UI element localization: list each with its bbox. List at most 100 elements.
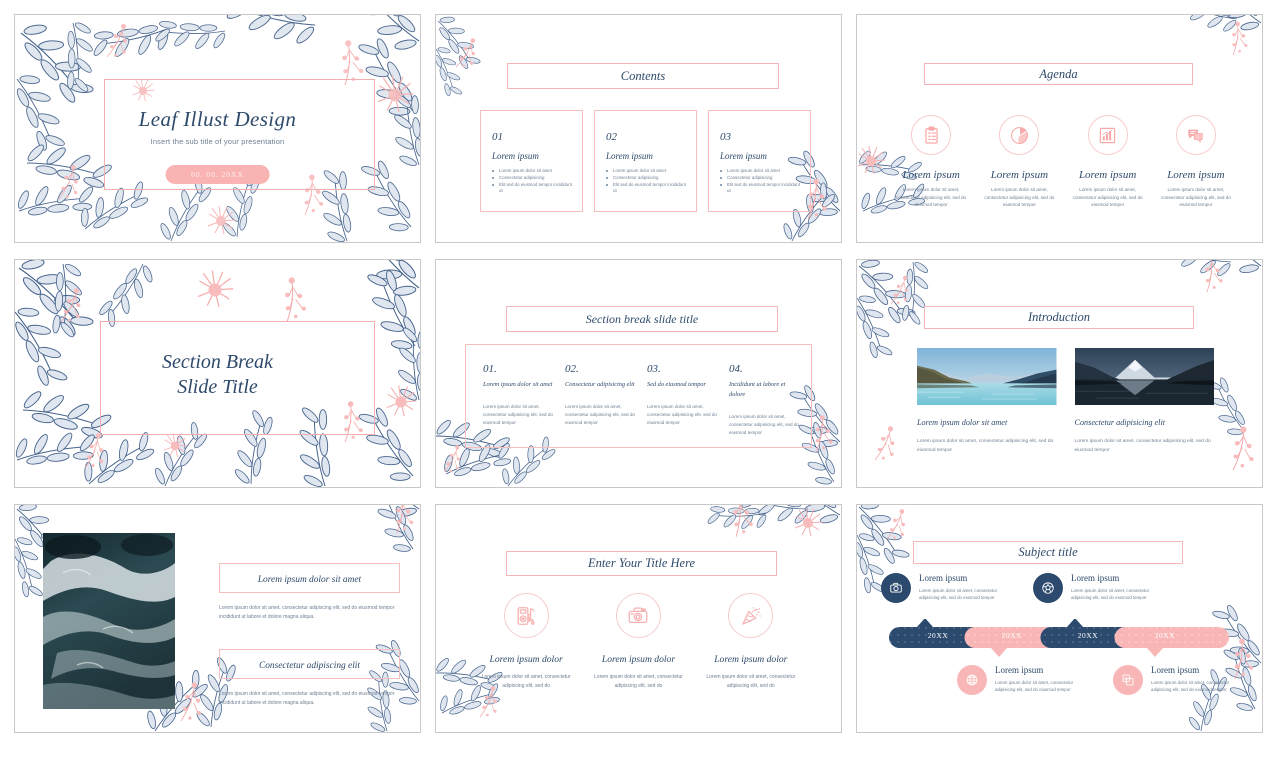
- bullet-item: Lorem ipsum dolor sit amet: [492, 168, 572, 175]
- section-break-title-line2: Slide Title: [177, 376, 258, 398]
- section-column[interactable]: 03. Sed do eiusmod tempor Lorem ipsum do…: [647, 363, 729, 447]
- card-bullets: Lorem ipsum dolor sit amet Consectetur a…: [492, 168, 572, 195]
- column-heading: Consectetur adipisicing elit: [565, 381, 635, 388]
- text-block-title-box[interactable]: Consectetur adipiscing elit: [219, 648, 400, 679]
- column-number: 01.: [483, 363, 497, 375]
- contents-card[interactable]: 03 Lorem ipsum Lorem ipsum dolor sit ame…: [708, 110, 811, 212]
- contents-card[interactable]: 01 Lorem ipsum Lorem ipsum dolor sit ame…: [480, 110, 583, 212]
- agenda-column[interactable]: Lorem ipsum Lorem ipsum dolor sit amet, …: [887, 115, 975, 209]
- agenda-column-list: Lorem ipsum Lorem ipsum dolor sit amet, …: [887, 115, 1240, 209]
- timeline-year: 20XX: [927, 631, 949, 640]
- camera-icon: [615, 593, 661, 638]
- slide-photo-text[interactable]: Lorem ipsum dolor sit amet Lorem ipsum d…: [14, 504, 421, 733]
- section-break-title-line1: Section Break: [162, 351, 273, 373]
- column-heading: Lorem ipsum dolor sit amet: [483, 381, 553, 388]
- bullet-item: Consectetur adipisicing: [492, 175, 572, 182]
- column-body: Lorem ipsum dolor sit amet, consectetur …: [483, 404, 553, 425]
- text-block-title-box[interactable]: Lorem ipsum dolor sit amet: [219, 563, 400, 593]
- timeline-year: 20XX: [1077, 631, 1099, 640]
- music-player-icon: [503, 593, 549, 638]
- section-columns-panel: 01. Lorem ipsum dolor sit amet Lorem ips…: [465, 344, 812, 448]
- timeline-body: Lorem ipsum dolor sit amet, consectetur …: [1151, 680, 1230, 693]
- bullet-item: Elit sed do eiusmod tempor incididunt ut: [606, 182, 686, 196]
- timeline-item[interactable]: Lorem ipsum Lorem ipsum dolor sit amet, …: [881, 573, 1005, 603]
- introduction-heading: Consectetur adipisicing elit: [1074, 418, 1166, 427]
- card-heading: Lorem ipsum: [606, 151, 653, 161]
- timeline-item[interactable]: Lorem ipsum Lorem ipsum dolor sit amet, …: [957, 665, 1081, 695]
- card-heading: Lorem ipsum: [720, 151, 767, 161]
- cover-subtitle: Insert the sub title of your presentatio…: [150, 137, 285, 146]
- card-number: 01: [492, 131, 503, 143]
- slide-agenda[interactable]: Agenda Lorem ipsum Lorem ipsum dolor sit…: [856, 14, 1263, 243]
- slide-introduction[interactable]: Introduction Lorem ipsum dolor sit amet …: [856, 259, 1263, 488]
- slide-section-break[interactable]: Section Break Slide Title: [14, 259, 421, 488]
- enter-title-body: Lorem ipsum dolor sit amet, consectetur …: [706, 674, 796, 689]
- timeline-text: Lorem ipsum Lorem ipsum dolor sit amet, …: [995, 665, 1081, 694]
- timeline-item[interactable]: Lorem ipsum Lorem ipsum dolor sit amet, …: [1033, 573, 1157, 603]
- section-column[interactable]: 01. Lorem ipsum dolor sit amet Lorem ips…: [483, 363, 565, 447]
- introduction-title-box: Introduction: [924, 306, 1194, 329]
- enter-title-heading: Lorem ipsum dolor: [489, 654, 563, 665]
- bar-chart-icon: [1087, 115, 1128, 155]
- column-body: Lorem ipsum dolor sit amet, consectetur …: [647, 404, 717, 425]
- bullet-item: Consectetur adipisicing: [606, 175, 686, 182]
- section-title-box: Section break slide title: [506, 306, 778, 332]
- agenda-column[interactable]: Lorem ipsum Lorem ipsum dolor sit amet, …: [975, 115, 1063, 209]
- enter-title-column[interactable]: Lorem ipsum dolor Lorem ipsum dolor sit …: [695, 593, 807, 690]
- introduction-column[interactable]: Consectetur adipisicing elit Lorem ipsum…: [1074, 348, 1214, 455]
- cover-title: Leaf Illust Design: [138, 107, 297, 131]
- subject-title-box: Subject title: [913, 541, 1183, 564]
- timeline-bar[interactable]: 20XX 20XX 20XX 20XX: [889, 619, 1229, 657]
- introduction-body: Lorem ipsum dolor sit amet, consectetur …: [1074, 439, 1211, 453]
- bullet-item: Elit sed do eiusmod tempor incididunt ut: [492, 182, 572, 196]
- timeline-body: Lorem ipsum dolor sit amet, consectetur …: [1071, 588, 1150, 601]
- block-body: Lorem ipsum dolor sit amet, consectetur …: [219, 690, 395, 706]
- section-break-title: Section Break Slide Title: [15, 350, 420, 400]
- agenda-column[interactable]: Lorem ipsum Lorem ipsum dolor sit amet, …: [1064, 115, 1152, 209]
- timeline-text: Lorem ipsum Lorem ipsum dolor sit amet, …: [1071, 573, 1157, 602]
- timeline-item[interactable]: Lorem ipsum Lorem ipsum dolor sit amet, …: [1113, 665, 1237, 695]
- card-number: 03: [720, 131, 731, 143]
- bullet-item: Elit sed do eiusmod tempor incididunt ut: [720, 182, 800, 196]
- timeline-body: Lorem ipsum dolor sit amet, consectetur …: [919, 588, 998, 601]
- introduction-column-list: Lorem ipsum dolor sit amet Lorem ipsum d…: [917, 348, 1214, 455]
- block-heading: Consectetur adipiscing elit: [258, 660, 361, 671]
- chat-message-icon: [1175, 115, 1216, 155]
- timeline-year: 20XX: [1154, 631, 1176, 640]
- section-column[interactable]: 02. Consectetur adipisicing elit Lorem i…: [565, 363, 647, 447]
- agenda-heading: Lorem ipsum: [1167, 169, 1225, 181]
- contents-title-box: Contents: [507, 63, 779, 89]
- lake-mountains-photo: [917, 348, 1057, 405]
- slide-enter-title[interactable]: Enter Your Title Here Lorem ipsum dolor …: [435, 504, 842, 733]
- timeline-heading: Lorem ipsum: [995, 665, 1044, 675]
- card-number: 02: [606, 131, 617, 143]
- agenda-body: Lorem ipsum dolor sit amet, consectetur …: [1072, 187, 1143, 208]
- slide-cover[interactable]: Leaf Illust Design Insert the sub title …: [14, 14, 421, 243]
- timeline-body: Lorem ipsum dolor sit amet, consectetur …: [995, 680, 1074, 693]
- block-heading: Lorem ipsum dolor sit amet: [257, 575, 362, 585]
- agenda-column[interactable]: Lorem ipsum Lorem ipsum dolor sit amet, …: [1152, 115, 1240, 209]
- enter-title-body: Lorem ipsum dolor sit amet, consectetur …: [481, 674, 571, 689]
- column-body: Lorem ipsum dolor sit amet, consectetur …: [565, 404, 635, 425]
- slide-contents[interactable]: Contents 01 Lorem ipsum Lorem ipsum dolo…: [435, 14, 842, 243]
- enter-title-column[interactable]: Lorem ipsum dolor Lorem ipsum dolor sit …: [470, 593, 582, 690]
- contents-card-list: 01 Lorem ipsum Lorem ipsum dolor sit ame…: [480, 110, 811, 212]
- column-heading: Sed do eiusmod tempor: [647, 381, 706, 388]
- enter-title-column-list: Lorem ipsum dolor Lorem ipsum dolor sit …: [470, 593, 807, 690]
- timeline-text: Lorem ipsum Lorem ipsum dolor sit amet, …: [919, 573, 1005, 602]
- camera-icon: [881, 573, 911, 603]
- pie-chart-icon: [999, 115, 1040, 155]
- cover-date-badge[interactable]: 00. 00. 20XX: [165, 165, 270, 184]
- enter-title-column[interactable]: Lorem ipsum dolor Lorem ipsum dolor sit …: [582, 593, 694, 690]
- column-heading: Incididunt ut labore et dolore: [729, 381, 786, 399]
- enter-title-body: Lorem ipsum dolor sit amet, consectetur …: [594, 674, 683, 689]
- slide-section-break-columns[interactable]: Section break slide title 01. Lorem ipsu…: [435, 259, 842, 488]
- section-column[interactable]: 04. Incididunt ut labore et dolore Lorem…: [729, 363, 811, 447]
- introduction-column[interactable]: Lorem ipsum dolor sit amet Lorem ipsum d…: [917, 348, 1057, 455]
- subject-title: Subject title: [1018, 545, 1078, 559]
- timeline-heading: Lorem ipsum: [919, 573, 968, 583]
- agenda-title-box: Agenda: [924, 63, 1193, 85]
- slide-subject-timeline[interactable]: Subject title Lorem ipsum Lorem ipsum do…: [856, 504, 1263, 733]
- contents-card[interactable]: 02 Lorem ipsum Lorem ipsum dolor sit ame…: [594, 110, 697, 212]
- introduction-title: Introduction: [1027, 310, 1091, 324]
